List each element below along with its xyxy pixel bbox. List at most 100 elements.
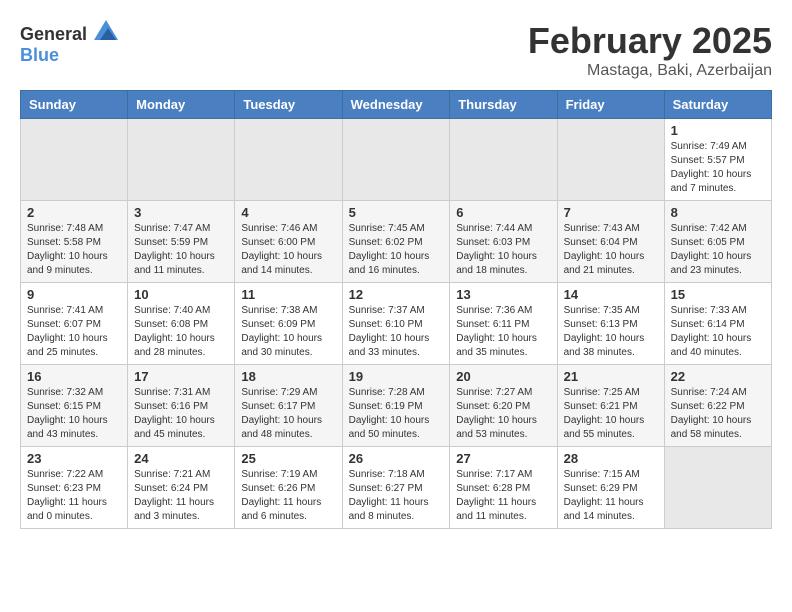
calendar-cell: 21Sunrise: 7:25 AM Sunset: 6:21 PM Dayli… [557, 365, 664, 447]
calendar-cell: 14 Sunrise: 7:35 AM Sunset: 6:13 PM Dayli… [557, 283, 664, 365]
calendar-cell: 23 Sunrise: 7:22 AM Sunset: 6:23 PM Dayli… [21, 447, 128, 529]
day-info: Sunrise: 7:29 AM Sunset: 6:17 PM Dayligh… [241, 386, 335, 442]
day-info: Sunrise: 7:32 AM Sunset: 6:15 PM Dayligh… [27, 386, 121, 442]
calendar-cell: 15 Sunrise: 7:33 AM Sunset: 6:14 PM Dayli… [664, 283, 771, 365]
day-info: Sunrise: 7:18 AM Sunset: 6:27 PM Dayligh… [349, 468, 444, 524]
week-row-5: 23 Sunrise: 7:22 AM Sunset: 6:23 PM Dayli… [21, 447, 772, 529]
weekday-header-wednesday: Wednesday [342, 91, 450, 119]
calendar-cell: 16 Sunrise: 7:32 AM Sunset: 6:15 PM Dayli… [21, 365, 128, 447]
day-number: 14 [564, 287, 658, 302]
calendar-cell: 2 Sunrise: 7:48 AM Sunset: 5:58 PM Daylig… [21, 201, 128, 283]
day-number: 17 [134, 369, 228, 384]
day-number: 22 [671, 369, 765, 384]
day-number: 15 [671, 287, 765, 302]
calendar-cell: 20Sunrise: 7:27 AM Sunset: 6:20 PM Dayli… [450, 365, 557, 447]
weekday-header-thursday: Thursday [450, 91, 557, 119]
day-info: Sunrise: 7:15 AM Sunset: 6:29 PM Dayligh… [564, 468, 658, 524]
page-header: General Blue February 2025 Mastaga, Baki… [20, 20, 772, 80]
day-number: 19 [349, 369, 444, 384]
logo-icon [94, 20, 118, 40]
day-info: Sunrise: 7:37 AM Sunset: 6:10 PM Dayligh… [349, 304, 444, 360]
calendar-cell: 11Sunrise: 7:38 AM Sunset: 6:09 PM Dayli… [235, 283, 342, 365]
title-block: February 2025 Mastaga, Baki, Azerbaijan [528, 20, 772, 80]
day-number: 23 [27, 451, 121, 466]
week-row-2: 2 Sunrise: 7:48 AM Sunset: 5:58 PM Daylig… [21, 201, 772, 283]
day-info: Sunrise: 7:45 AM Sunset: 6:02 PM Dayligh… [349, 222, 444, 278]
day-number: 11 [241, 287, 335, 302]
weekday-header-friday: Friday [557, 91, 664, 119]
calendar-cell: 28 Sunrise: 7:15 AM Sunset: 6:29 PM Dayli… [557, 447, 664, 529]
day-info: Sunrise: 7:49 AM Sunset: 5:57 PM Dayligh… [671, 140, 765, 196]
calendar-cell: 19 Sunrise: 7:28 AM Sunset: 6:19 PM Dayli… [342, 365, 450, 447]
calendar-cell: 25Sunrise: 7:19 AM Sunset: 6:26 PM Dayli… [235, 447, 342, 529]
day-number: 1 [671, 123, 765, 138]
calendar-cell [664, 447, 771, 529]
calendar-cell: 1 Sunrise: 7:49 AM Sunset: 5:57 PM Daylig… [664, 119, 771, 201]
day-info: Sunrise: 7:35 AM Sunset: 6:13 PM Dayligh… [564, 304, 658, 360]
day-info: Sunrise: 7:24 AM Sunset: 6:22 PM Dayligh… [671, 386, 765, 442]
logo: General Blue [20, 20, 118, 66]
calendar-cell [450, 119, 557, 201]
calendar-cell [557, 119, 664, 201]
day-info: Sunrise: 7:27 AM Sunset: 6:20 PM Dayligh… [456, 386, 550, 442]
day-number: 10 [134, 287, 228, 302]
calendar-cell: 24 Sunrise: 7:21 AM Sunset: 6:24 PM Dayli… [128, 447, 235, 529]
weekday-header-row: SundayMondayTuesdayWednesdayThursdayFrid… [21, 91, 772, 119]
day-number: 8 [671, 205, 765, 220]
calendar-table: SundayMondayTuesdayWednesdayThursdayFrid… [20, 90, 772, 529]
day-number: 2 [27, 205, 121, 220]
weekday-header-sunday: Sunday [21, 91, 128, 119]
day-info: Sunrise: 7:46 AM Sunset: 6:00 PM Dayligh… [241, 222, 335, 278]
day-info: Sunrise: 7:22 AM Sunset: 6:23 PM Dayligh… [27, 468, 121, 524]
calendar-cell: 22 Sunrise: 7:24 AM Sunset: 6:22 PM Dayli… [664, 365, 771, 447]
weekday-header-monday: Monday [128, 91, 235, 119]
calendar-cell: 8 Sunrise: 7:42 AM Sunset: 6:05 PM Daylig… [664, 201, 771, 283]
calendar-cell [235, 119, 342, 201]
week-row-4: 16 Sunrise: 7:32 AM Sunset: 6:15 PM Dayli… [21, 365, 772, 447]
week-row-3: 9 Sunrise: 7:41 AM Sunset: 6:07 PM Daylig… [21, 283, 772, 365]
day-number: 4 [241, 205, 335, 220]
day-number: 13 [456, 287, 550, 302]
calendar-cell: 5 Sunrise: 7:45 AM Sunset: 6:02 PM Daylig… [342, 201, 450, 283]
day-number: 18 [241, 369, 335, 384]
day-info: Sunrise: 7:33 AM Sunset: 6:14 PM Dayligh… [671, 304, 765, 360]
day-number: 12 [349, 287, 444, 302]
calendar-cell: 4 Sunrise: 7:46 AM Sunset: 6:00 PM Daylig… [235, 201, 342, 283]
day-number: 7 [564, 205, 658, 220]
logo-general: General [20, 24, 87, 44]
day-number: 26 [349, 451, 444, 466]
calendar-cell: 26 Sunrise: 7:18 AM Sunset: 6:27 PM Dayli… [342, 447, 450, 529]
calendar-cell: 3 Sunrise: 7:47 AM Sunset: 5:59 PM Daylig… [128, 201, 235, 283]
calendar-cell: 12 Sunrise: 7:37 AM Sunset: 6:10 PM Dayli… [342, 283, 450, 365]
day-info: Sunrise: 7:43 AM Sunset: 6:04 PM Dayligh… [564, 222, 658, 278]
day-number: 28 [564, 451, 658, 466]
day-number: 3 [134, 205, 228, 220]
day-info: Sunrise: 7:47 AM Sunset: 5:59 PM Dayligh… [134, 222, 228, 278]
day-info: Sunrise: 7:48 AM Sunset: 5:58 PM Dayligh… [27, 222, 121, 278]
calendar-cell [128, 119, 235, 201]
day-number: 6 [456, 205, 550, 220]
day-info: Sunrise: 7:19 AM Sunset: 6:26 PM Dayligh… [241, 468, 335, 524]
weekday-header-tuesday: Tuesday [235, 91, 342, 119]
day-info: Sunrise: 7:28 AM Sunset: 6:19 PM Dayligh… [349, 386, 444, 442]
day-info: Sunrise: 7:21 AM Sunset: 6:24 PM Dayligh… [134, 468, 228, 524]
calendar-cell: 17Sunrise: 7:31 AM Sunset: 6:16 PM Dayli… [128, 365, 235, 447]
calendar-cell: 27Sunrise: 7:17 AM Sunset: 6:28 PM Dayli… [450, 447, 557, 529]
calendar-cell: 18 Sunrise: 7:29 AM Sunset: 6:17 PM Dayli… [235, 365, 342, 447]
day-number: 16 [27, 369, 121, 384]
day-number: 5 [349, 205, 444, 220]
calendar-cell: 13Sunrise: 7:36 AM Sunset: 6:11 PM Dayli… [450, 283, 557, 365]
logo-blue: Blue [20, 45, 59, 65]
day-info: Sunrise: 7:42 AM Sunset: 6:05 PM Dayligh… [671, 222, 765, 278]
calendar-cell [21, 119, 128, 201]
day-number: 21 [564, 369, 658, 384]
calendar-cell [342, 119, 450, 201]
month-title: February 2025 [528, 20, 772, 62]
logo-text: General Blue [20, 20, 118, 66]
calendar-cell: 7 Sunrise: 7:43 AM Sunset: 6:04 PM Daylig… [557, 201, 664, 283]
day-number: 24 [134, 451, 228, 466]
day-info: Sunrise: 7:41 AM Sunset: 6:07 PM Dayligh… [27, 304, 121, 360]
weekday-header-saturday: Saturday [664, 91, 771, 119]
day-number: 9 [27, 287, 121, 302]
day-info: Sunrise: 7:17 AM Sunset: 6:28 PM Dayligh… [456, 468, 550, 524]
